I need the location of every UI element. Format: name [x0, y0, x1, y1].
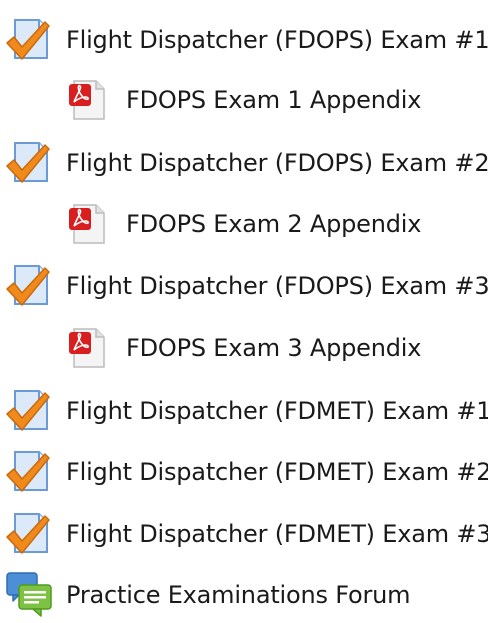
- activity-label: Practice Examinations Forum: [66, 581, 411, 609]
- quiz-checkmark-icon: [6, 142, 50, 183]
- quiz-checkmark-icon: [6, 19, 50, 60]
- activity-link-pdf[interactable]: FDOPS Exam 2 Appendix: [66, 196, 421, 252]
- activity-link-pdf[interactable]: FDOPS Exam 1 Appendix: [66, 72, 421, 128]
- activity-label: FDOPS Exam 1 Appendix: [126, 86, 422, 114]
- pdf-file-icon: [69, 204, 105, 244]
- activity-label: Flight Dispatcher (FDMET) Exam #2: [66, 458, 488, 486]
- activity-link-quiz[interactable]: Flight Dispatcher (FDMET) Exam #3: [5, 506, 488, 562]
- forum-chat-icon: [6, 572, 52, 617]
- pdf-file-icon: [69, 80, 105, 120]
- quiz-checkmark-icon: [6, 390, 50, 431]
- activity-link-quiz[interactable]: Flight Dispatcher (FDOPS) Exam #1: [5, 12, 488, 68]
- activity-link-quiz[interactable]: Flight Dispatcher (FDOPS) Exam #3: [5, 258, 488, 314]
- activity-link-quiz[interactable]: Flight Dispatcher (FDOPS) Exam #2: [5, 135, 488, 191]
- activity-link-pdf[interactable]: FDOPS Exam 3 Appendix: [66, 320, 421, 376]
- pdf-file-icon: [69, 328, 105, 368]
- activity-label: FDOPS Exam 3 Appendix: [126, 334, 422, 362]
- quiz-checkmark-icon: [6, 513, 50, 554]
- activity-link-quiz[interactable]: Flight Dispatcher (FDMET) Exam #1: [5, 383, 488, 439]
- activity-label: Flight Dispatcher (FDOPS) Exam #2: [66, 149, 488, 177]
- quiz-checkmark-icon: [6, 451, 50, 492]
- activity-link-quiz[interactable]: Flight Dispatcher (FDMET) Exam #2: [5, 444, 488, 500]
- activity-label: Flight Dispatcher (FDOPS) Exam #1: [66, 26, 488, 54]
- quiz-checkmark-icon: [6, 265, 50, 306]
- activity-label: Flight Dispatcher (FDOPS) Exam #3: [66, 272, 488, 300]
- activity-label: Flight Dispatcher (FDMET) Exam #1: [66, 397, 488, 425]
- activity-label: Flight Dispatcher (FDMET) Exam #3: [66, 520, 488, 548]
- activity-label: FDOPS Exam 2 Appendix: [126, 210, 422, 238]
